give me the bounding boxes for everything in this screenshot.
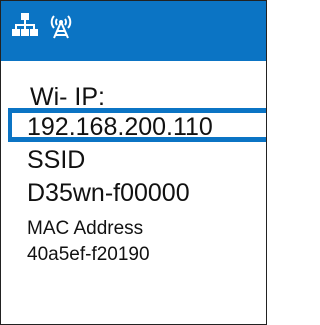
- antenna-icon[interactable]: [49, 13, 73, 39]
- mac-address-label: MAC Address: [27, 218, 144, 239]
- network-icon[interactable]: [12, 13, 38, 37]
- status-header-bar: [1, 1, 266, 61]
- ip-address-value[interactable]: 192.168.200.110: [27, 115, 213, 140]
- selected-row-highlight-gap: [236, 108, 266, 113]
- ssid-label: SSID: [27, 146, 86, 174]
- wifi-ip-label: Wi- IP:: [30, 83, 105, 111]
- ssid-value: D35wn-f00000: [27, 179, 190, 207]
- mac-address-value: 40a5ef-f20190: [27, 244, 150, 265]
- device-status-screen: Wi- IP: 192.168.200.110 SSID D35wn-f0000…: [0, 0, 267, 325]
